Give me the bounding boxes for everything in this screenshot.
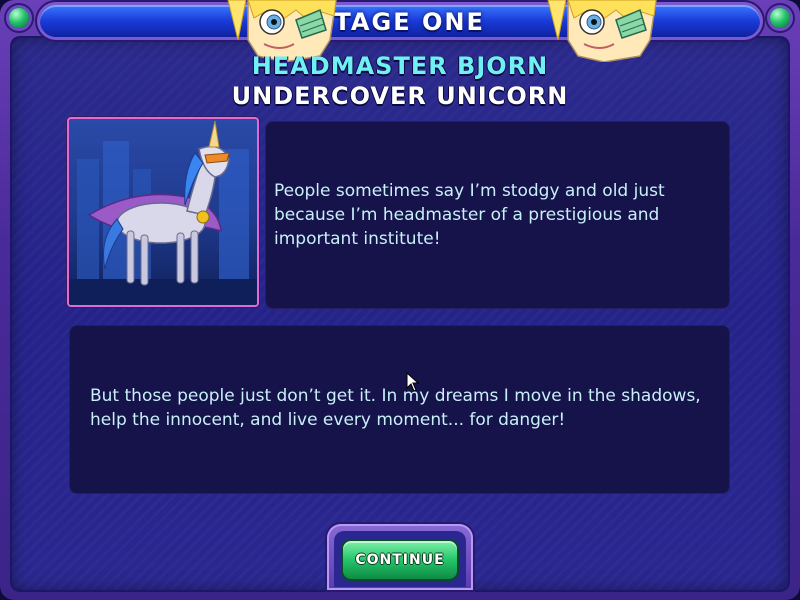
continue-button[interactable]: CONTINUE	[343, 541, 457, 579]
character-name: HEADMASTER BJORN	[251, 52, 549, 80]
character-title: UNDERCOVER UNICORN	[231, 82, 569, 110]
green-orb-icon	[770, 8, 790, 28]
green-orb-icon	[9, 8, 29, 28]
character-portrait	[67, 117, 259, 307]
dialog-text-2: But those people just don’t get it. In m…	[90, 386, 701, 430]
mouse-cursor-icon	[406, 372, 420, 392]
dialog-text-1: People sometimes say I’m stodgy and old …	[274, 181, 665, 249]
unicorn-icon	[69, 120, 257, 305]
